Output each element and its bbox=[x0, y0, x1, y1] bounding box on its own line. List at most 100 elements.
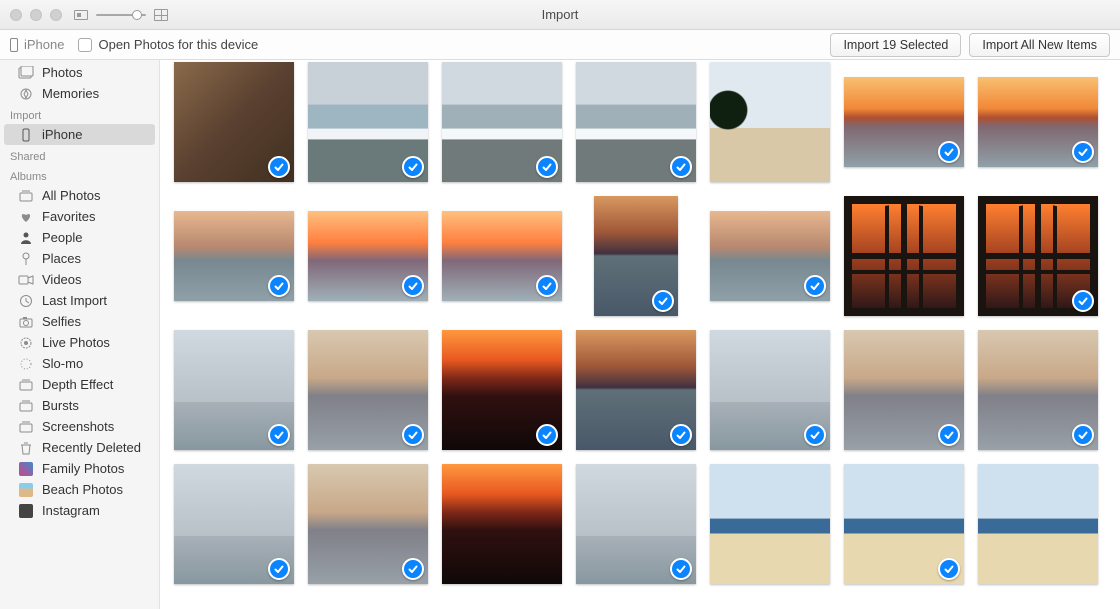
photo-thumbnail[interactable] bbox=[576, 330, 696, 450]
photo-cell[interactable] bbox=[978, 62, 1098, 182]
sidebar-item-memories[interactable]: Memories bbox=[0, 83, 159, 104]
selection-checkmark-icon[interactable] bbox=[536, 424, 558, 446]
photo-cell[interactable] bbox=[442, 330, 562, 450]
zoom-window-button[interactable] bbox=[50, 9, 62, 21]
selection-checkmark-icon[interactable] bbox=[652, 290, 674, 312]
selection-checkmark-icon[interactable] bbox=[670, 424, 692, 446]
small-thumbs-icon[interactable] bbox=[74, 10, 88, 20]
photo-cell[interactable] bbox=[442, 62, 562, 182]
photo-cell[interactable] bbox=[576, 330, 696, 450]
photo-thumbnail[interactable] bbox=[710, 62, 830, 182]
slider-knob[interactable] bbox=[132, 10, 142, 20]
selection-checkmark-icon[interactable] bbox=[938, 141, 960, 163]
selection-checkmark-icon[interactable] bbox=[1072, 424, 1094, 446]
photo-thumbnail[interactable] bbox=[978, 196, 1098, 316]
photo-thumbnail[interactable] bbox=[978, 330, 1098, 450]
sidebar-item-selfies[interactable]: Selfies bbox=[0, 311, 159, 332]
sidebar-item-depth-effect[interactable]: Depth Effect bbox=[0, 374, 159, 395]
import-selected-button[interactable]: Import 19 Selected bbox=[830, 33, 961, 57]
photo-thumbnail[interactable] bbox=[710, 464, 830, 584]
photo-thumbnail[interactable] bbox=[844, 330, 964, 450]
photo-cell[interactable] bbox=[174, 196, 294, 316]
sidebar-item-photos[interactable]: Photos bbox=[0, 62, 159, 83]
photo-cell[interactable] bbox=[576, 196, 696, 316]
large-thumbs-icon[interactable] bbox=[154, 9, 168, 21]
selection-checkmark-icon[interactable] bbox=[804, 275, 826, 297]
photo-cell[interactable] bbox=[710, 330, 830, 450]
photo-grid[interactable] bbox=[160, 60, 1120, 609]
photo-cell[interactable] bbox=[710, 464, 830, 584]
sidebar-item-all-photos[interactable]: All Photos bbox=[0, 185, 159, 206]
photo-thumbnail[interactable] bbox=[174, 464, 294, 584]
photo-thumbnail[interactable] bbox=[442, 211, 562, 301]
sidebar-item-recently-deleted[interactable]: Recently Deleted bbox=[0, 437, 159, 458]
photo-thumbnail[interactable] bbox=[308, 211, 428, 301]
photo-cell[interactable] bbox=[308, 464, 428, 584]
sidebar-item-slo-mo[interactable]: Slo-mo bbox=[0, 353, 159, 374]
photo-thumbnail[interactable] bbox=[174, 211, 294, 301]
photo-cell[interactable] bbox=[174, 330, 294, 450]
photo-thumbnail[interactable] bbox=[844, 77, 964, 167]
selection-checkmark-icon[interactable] bbox=[1072, 290, 1094, 312]
photo-cell[interactable] bbox=[978, 464, 1098, 584]
selection-checkmark-icon[interactable] bbox=[670, 156, 692, 178]
photo-thumbnail[interactable] bbox=[308, 464, 428, 584]
selection-checkmark-icon[interactable] bbox=[536, 275, 558, 297]
sidebar-item-iphone[interactable]: iPhone bbox=[4, 124, 155, 145]
open-photos-checkbox[interactable] bbox=[78, 38, 92, 52]
photo-thumbnail[interactable] bbox=[710, 211, 830, 301]
selection-checkmark-icon[interactable] bbox=[804, 424, 826, 446]
photo-thumbnail[interactable] bbox=[442, 464, 562, 584]
selection-checkmark-icon[interactable] bbox=[268, 558, 290, 580]
sidebar-item-instagram[interactable]: Instagram bbox=[0, 500, 159, 521]
photo-cell[interactable] bbox=[442, 464, 562, 584]
photo-cell[interactable] bbox=[844, 330, 964, 450]
photo-cell[interactable] bbox=[442, 196, 562, 316]
photo-cell[interactable] bbox=[174, 464, 294, 584]
selection-checkmark-icon[interactable] bbox=[402, 156, 424, 178]
selection-checkmark-icon[interactable] bbox=[402, 558, 424, 580]
minimize-window-button[interactable] bbox=[30, 9, 42, 21]
thumbnail-size-slider[interactable] bbox=[96, 14, 146, 16]
photo-cell[interactable] bbox=[174, 62, 294, 182]
photo-cell[interactable] bbox=[978, 330, 1098, 450]
photo-cell[interactable] bbox=[710, 62, 830, 182]
photo-cell[interactable] bbox=[576, 464, 696, 584]
sidebar-item-beach-photos[interactable]: Beach Photos bbox=[0, 479, 159, 500]
photo-thumbnail[interactable] bbox=[308, 62, 428, 182]
photo-cell[interactable] bbox=[576, 62, 696, 182]
photo-thumbnail[interactable] bbox=[844, 464, 964, 584]
photo-thumbnail[interactable] bbox=[594, 196, 678, 316]
sidebar[interactable]: PhotosMemoriesImportiPhoneSharedAlbumsAl… bbox=[0, 60, 160, 609]
selection-checkmark-icon[interactable] bbox=[536, 156, 558, 178]
photo-cell[interactable] bbox=[710, 196, 830, 316]
sidebar-item-family-photos[interactable]: Family Photos bbox=[0, 458, 159, 479]
selection-checkmark-icon[interactable] bbox=[268, 424, 290, 446]
photo-cell[interactable] bbox=[844, 196, 964, 316]
sidebar-item-videos[interactable]: Videos bbox=[0, 269, 159, 290]
photo-thumbnail[interactable] bbox=[174, 330, 294, 450]
photo-thumbnail[interactable] bbox=[442, 62, 562, 182]
sidebar-item-bursts[interactable]: Bursts bbox=[0, 395, 159, 416]
photo-thumbnail[interactable] bbox=[442, 330, 562, 450]
photo-thumbnail[interactable] bbox=[174, 62, 294, 182]
photo-cell[interactable] bbox=[308, 196, 428, 316]
photo-cell[interactable] bbox=[844, 464, 964, 584]
sidebar-item-live-photos[interactable]: Live Photos bbox=[0, 332, 159, 353]
sidebar-item-last-import[interactable]: Last Import bbox=[0, 290, 159, 311]
selection-checkmark-icon[interactable] bbox=[268, 156, 290, 178]
photo-cell[interactable] bbox=[844, 62, 964, 182]
selection-checkmark-icon[interactable] bbox=[268, 275, 290, 297]
photo-thumbnail[interactable] bbox=[710, 330, 830, 450]
selection-checkmark-icon[interactable] bbox=[402, 424, 424, 446]
sidebar-item-people[interactable]: People bbox=[0, 227, 159, 248]
selection-checkmark-icon[interactable] bbox=[938, 558, 960, 580]
photo-cell[interactable] bbox=[308, 330, 428, 450]
photo-thumbnail[interactable] bbox=[308, 330, 428, 450]
sidebar-item-places[interactable]: Places bbox=[0, 248, 159, 269]
photo-thumbnail[interactable] bbox=[576, 62, 696, 182]
photo-thumbnail[interactable] bbox=[978, 464, 1098, 584]
photo-thumbnail[interactable] bbox=[576, 464, 696, 584]
selection-checkmark-icon[interactable] bbox=[1072, 141, 1094, 163]
selection-checkmark-icon[interactable] bbox=[402, 275, 424, 297]
